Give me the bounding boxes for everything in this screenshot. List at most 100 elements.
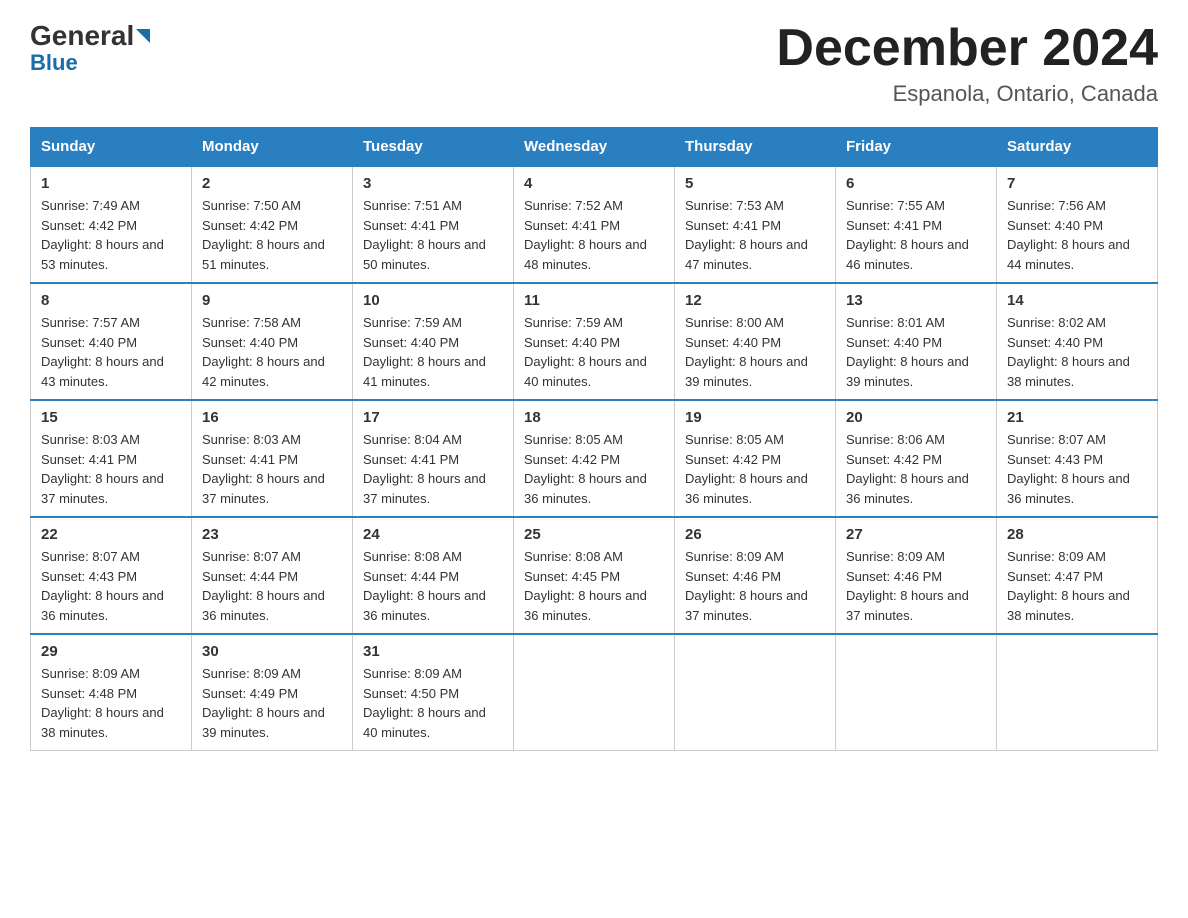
sunset-label: Sunset: 4:45 PM: [524, 569, 620, 584]
daylight-label: Daylight: 8 hours and 51 minutes.: [202, 237, 325, 272]
day-info: Sunrise: 8:09 AM Sunset: 4:46 PM Dayligh…: [846, 547, 986, 625]
day-number: 13: [846, 292, 986, 309]
calendar-day-cell: 10 Sunrise: 7:59 AM Sunset: 4:40 PM Dayl…: [353, 283, 514, 400]
day-number: 30: [202, 643, 342, 660]
sunset-label: Sunset: 4:40 PM: [41, 335, 137, 350]
logo-general-text: General: [30, 20, 134, 52]
day-info: Sunrise: 8:07 AM Sunset: 4:43 PM Dayligh…: [41, 547, 181, 625]
sunset-label: Sunset: 4:41 PM: [363, 218, 459, 233]
day-number: 4: [524, 175, 664, 192]
day-info: Sunrise: 8:05 AM Sunset: 4:42 PM Dayligh…: [685, 430, 825, 508]
logo: General Blue: [30, 20, 150, 76]
logo-triangle-icon: [136, 29, 150, 43]
page-header: General Blue December 2024 Espanola, Ont…: [30, 20, 1158, 107]
day-info: Sunrise: 8:03 AM Sunset: 4:41 PM Dayligh…: [41, 430, 181, 508]
day-number: 7: [1007, 175, 1147, 192]
calendar-week-row: 15 Sunrise: 8:03 AM Sunset: 4:41 PM Dayl…: [31, 400, 1158, 517]
day-info: Sunrise: 8:06 AM Sunset: 4:42 PM Dayligh…: [846, 430, 986, 508]
calendar-day-cell: 22 Sunrise: 8:07 AM Sunset: 4:43 PM Dayl…: [31, 517, 192, 634]
daylight-label: Daylight: 8 hours and 50 minutes.: [363, 237, 486, 272]
day-number: 20: [846, 409, 986, 426]
day-number: 2: [202, 175, 342, 192]
day-number: 23: [202, 526, 342, 543]
day-number: 18: [524, 409, 664, 426]
day-number: 17: [363, 409, 503, 426]
sunrise-label: Sunrise: 8:02 AM: [1007, 315, 1106, 330]
sunrise-label: Sunrise: 8:06 AM: [846, 432, 945, 447]
daylight-label: Daylight: 8 hours and 38 minutes.: [1007, 588, 1130, 623]
day-info: Sunrise: 8:09 AM Sunset: 4:47 PM Dayligh…: [1007, 547, 1147, 625]
sunrise-label: Sunrise: 7:59 AM: [363, 315, 462, 330]
sunrise-label: Sunrise: 8:09 AM: [363, 666, 462, 681]
daylight-label: Daylight: 8 hours and 39 minutes.: [685, 354, 808, 389]
sunrise-label: Sunrise: 8:05 AM: [685, 432, 784, 447]
day-info: Sunrise: 8:08 AM Sunset: 4:44 PM Dayligh…: [363, 547, 503, 625]
sunset-label: Sunset: 4:41 PM: [202, 452, 298, 467]
daylight-label: Daylight: 8 hours and 48 minutes.: [524, 237, 647, 272]
day-info: Sunrise: 7:50 AM Sunset: 4:42 PM Dayligh…: [202, 196, 342, 274]
weekday-header-sunday: Sunday: [31, 128, 192, 167]
sunrise-label: Sunrise: 7:55 AM: [846, 198, 945, 213]
sunrise-label: Sunrise: 7:58 AM: [202, 315, 301, 330]
sunset-label: Sunset: 4:40 PM: [1007, 218, 1103, 233]
sunset-label: Sunset: 4:43 PM: [1007, 452, 1103, 467]
day-number: 14: [1007, 292, 1147, 309]
calendar-table: SundayMondayTuesdayWednesdayThursdayFrid…: [30, 127, 1158, 751]
sunrise-label: Sunrise: 8:09 AM: [685, 549, 784, 564]
sunset-label: Sunset: 4:41 PM: [41, 452, 137, 467]
day-number: 6: [846, 175, 986, 192]
sunrise-label: Sunrise: 7:52 AM: [524, 198, 623, 213]
day-info: Sunrise: 8:09 AM Sunset: 4:49 PM Dayligh…: [202, 664, 342, 742]
daylight-label: Daylight: 8 hours and 40 minutes.: [524, 354, 647, 389]
day-info: Sunrise: 8:04 AM Sunset: 4:41 PM Dayligh…: [363, 430, 503, 508]
calendar-week-row: 22 Sunrise: 8:07 AM Sunset: 4:43 PM Dayl…: [31, 517, 1158, 634]
daylight-label: Daylight: 8 hours and 43 minutes.: [41, 354, 164, 389]
day-info: Sunrise: 7:49 AM Sunset: 4:42 PM Dayligh…: [41, 196, 181, 274]
calendar-day-cell: 31 Sunrise: 8:09 AM Sunset: 4:50 PM Dayl…: [353, 634, 514, 751]
sunset-label: Sunset: 4:42 PM: [524, 452, 620, 467]
calendar-day-cell: 25 Sunrise: 8:08 AM Sunset: 4:45 PM Dayl…: [514, 517, 675, 634]
day-info: Sunrise: 8:07 AM Sunset: 4:44 PM Dayligh…: [202, 547, 342, 625]
daylight-label: Daylight: 8 hours and 41 minutes.: [363, 354, 486, 389]
calendar-day-cell: 3 Sunrise: 7:51 AM Sunset: 4:41 PM Dayli…: [353, 166, 514, 283]
day-info: Sunrise: 8:09 AM Sunset: 4:50 PM Dayligh…: [363, 664, 503, 742]
sunset-label: Sunset: 4:41 PM: [363, 452, 459, 467]
weekday-header-monday: Monday: [192, 128, 353, 167]
day-number: 29: [41, 643, 181, 660]
sunset-label: Sunset: 4:42 PM: [202, 218, 298, 233]
day-number: 24: [363, 526, 503, 543]
daylight-label: Daylight: 8 hours and 36 minutes.: [363, 588, 486, 623]
calendar-day-cell: 20 Sunrise: 8:06 AM Sunset: 4:42 PM Dayl…: [836, 400, 997, 517]
sunrise-label: Sunrise: 8:07 AM: [1007, 432, 1106, 447]
sunrise-label: Sunrise: 8:09 AM: [202, 666, 301, 681]
daylight-label: Daylight: 8 hours and 44 minutes.: [1007, 237, 1130, 272]
calendar-day-cell: 6 Sunrise: 7:55 AM Sunset: 4:41 PM Dayli…: [836, 166, 997, 283]
sunrise-label: Sunrise: 7:51 AM: [363, 198, 462, 213]
sunset-label: Sunset: 4:40 PM: [1007, 335, 1103, 350]
sunset-label: Sunset: 4:50 PM: [363, 686, 459, 701]
daylight-label: Daylight: 8 hours and 53 minutes.: [41, 237, 164, 272]
day-number: 28: [1007, 526, 1147, 543]
day-info: Sunrise: 8:03 AM Sunset: 4:41 PM Dayligh…: [202, 430, 342, 508]
sunset-label: Sunset: 4:47 PM: [1007, 569, 1103, 584]
month-title: December 2024: [776, 20, 1158, 77]
daylight-label: Daylight: 8 hours and 38 minutes.: [41, 705, 164, 740]
day-number: 8: [41, 292, 181, 309]
sunset-label: Sunset: 4:42 PM: [41, 218, 137, 233]
daylight-label: Daylight: 8 hours and 36 minutes.: [846, 471, 969, 506]
calendar-day-cell: 24 Sunrise: 8:08 AM Sunset: 4:44 PM Dayl…: [353, 517, 514, 634]
calendar-day-cell: 7 Sunrise: 7:56 AM Sunset: 4:40 PM Dayli…: [997, 166, 1158, 283]
day-info: Sunrise: 8:01 AM Sunset: 4:40 PM Dayligh…: [846, 313, 986, 391]
weekday-header-wednesday: Wednesday: [514, 128, 675, 167]
daylight-label: Daylight: 8 hours and 37 minutes.: [846, 588, 969, 623]
day-number: 1: [41, 175, 181, 192]
sunrise-label: Sunrise: 7:56 AM: [1007, 198, 1106, 213]
day-info: Sunrise: 7:52 AM Sunset: 4:41 PM Dayligh…: [524, 196, 664, 274]
day-info: Sunrise: 8:07 AM Sunset: 4:43 PM Dayligh…: [1007, 430, 1147, 508]
sunset-label: Sunset: 4:40 PM: [524, 335, 620, 350]
daylight-label: Daylight: 8 hours and 39 minutes.: [202, 705, 325, 740]
day-info: Sunrise: 7:51 AM Sunset: 4:41 PM Dayligh…: [363, 196, 503, 274]
sunset-label: Sunset: 4:43 PM: [41, 569, 137, 584]
day-number: 19: [685, 409, 825, 426]
sunset-label: Sunset: 4:49 PM: [202, 686, 298, 701]
